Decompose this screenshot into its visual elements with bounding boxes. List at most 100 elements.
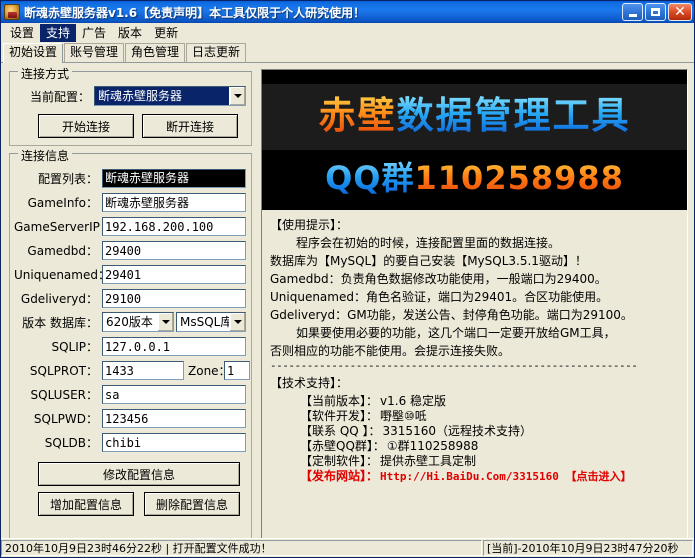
add-config-button[interactable]: 增加配置信息	[38, 492, 134, 516]
banner-title-part2: 数据管理工具	[397, 94, 631, 137]
gdeliveryd-row: Gdeliveryd： 29100	[14, 288, 246, 308]
gdeliveryd-input[interactable]: 29100	[102, 289, 246, 308]
version-combo[interactable]: 620版本	[102, 312, 174, 332]
banner-qq-line: QQ群110258988	[262, 156, 687, 200]
support-value: 嘢壂⑩呧	[378, 409, 427, 424]
support-row-qq: 【联系 QQ 】： 3315160（远程技术支持）	[270, 424, 687, 439]
menu-item-version[interactable]: 版本	[112, 24, 148, 42]
sqluser-label: SQLUSER：	[14, 386, 102, 403]
database-combo[interactable]: MsSQL库	[176, 312, 246, 332]
support-key: 【发布网站】：	[300, 469, 378, 484]
usage-notes: 【使用提示】： 程序会在初始的时候，连接配置里面的数据连接。 数据库为【MySQ…	[262, 210, 687, 372]
usage-note-line: Gdeliveryd：GM功能，发送公告、封停角色功能。端口为29100。	[270, 306, 681, 324]
current-config-combo[interactable]: 断魂赤壁服务器	[94, 86, 246, 106]
minimize-button[interactable]	[622, 3, 643, 21]
gameinfo-input[interactable]: 断魂赤壁服务器	[102, 193, 246, 212]
support-row-version: 【当前版本】： v1.6 稳定版	[270, 394, 687, 409]
sqldb-row: SQLDB： chibi	[14, 432, 246, 452]
config-list-row: 配置列表： 断魂赤壁服务器	[14, 168, 246, 188]
usage-note-line: Gamedbd：负责角色数据修改功能使用，一般端口为29400。	[270, 270, 681, 288]
zone-label: Zone：	[184, 362, 224, 379]
disconnect-button[interactable]: 断开连接	[142, 114, 238, 138]
app-icon	[4, 4, 20, 20]
close-button[interactable]: ✕	[668, 3, 692, 21]
sqlprot-row: SQLPROT： 1433 Zone： 1	[14, 360, 250, 380]
banner-qq-label: QQ群	[325, 159, 414, 197]
support-value: 3315160（远程技术支持）	[381, 424, 532, 439]
gameserverip-label: GameServerIP：	[14, 218, 102, 235]
status-bar: 2010年10月9日23时46分22秒 | 打开配置文件成功！ [当前]-201…	[1, 538, 694, 557]
chevron-down-icon[interactable]	[157, 313, 173, 331]
support-row-website[interactable]: 【发布网站】： Http://Hi.BaiDu.Com/3315160 【点击进…	[270, 469, 687, 484]
maximize-icon	[651, 8, 660, 16]
sqldb-label: SQLDB：	[14, 434, 102, 451]
gameserverip-input[interactable]: 192.168.200.100	[102, 217, 246, 236]
zone-input[interactable]: 1	[224, 361, 250, 380]
connection-info-group: 连接信息 配置列表： 断魂赤壁服务器 GameInfo： 断魂赤壁服务器 Gam…	[9, 153, 252, 549]
delete-config-button[interactable]: 删除配置信息	[144, 492, 240, 516]
chevron-down-icon[interactable]	[229, 313, 245, 331]
gamedbd-row: Gamedbd： 29400	[14, 240, 246, 260]
uniquenamed-label: Uniquenamed：	[14, 266, 102, 283]
usage-note-line: 否则相应的功能不能使用。会提示连接失败。	[270, 342, 681, 360]
current-config-label: 当前配置：	[16, 88, 94, 105]
application-window: 断魂赤壁服务器v1.6【免责声明】本工具仅限于个人研究使用！ ✕ 设置 支持 广…	[0, 0, 695, 558]
title-bar: 断魂赤壁服务器v1.6【免责声明】本工具仅限于个人研究使用！ ✕	[1, 1, 694, 23]
menu-item-update[interactable]: 更新	[148, 24, 184, 42]
support-key: 【当前版本】：	[300, 394, 378, 409]
gameinfo-label: GameInfo：	[14, 194, 102, 211]
support-value: v1.6 稳定版	[378, 394, 446, 409]
maximize-button[interactable]	[645, 3, 666, 21]
uniquenamed-row: Uniquenamed： 29401	[14, 264, 246, 284]
info-panel: 赤壁数据管理工具 QQ群110258988 【使用提示】： 程序会在初始的时候，…	[261, 69, 688, 551]
uniquenamed-input[interactable]: 29401	[102, 265, 246, 284]
support-row-custom: 【定制软件】： 提供赤壁工具定制	[270, 454, 687, 469]
sqluser-row: SQLUSER： sa	[14, 384, 246, 404]
sqlip-row: SQLIP： 127.0.0.1	[14, 336, 246, 356]
minimize-icon	[629, 14, 637, 17]
current-config-value: 断魂赤壁服务器	[95, 87, 229, 105]
sqluser-input[interactable]: sa	[102, 385, 246, 404]
connection-method-group: 连接方式 当前配置： 断魂赤壁服务器 开始连接 断开连接	[9, 71, 252, 146]
version-database-row: 版本 数据库： 620版本 MsSQL库	[14, 312, 246, 332]
gameserverip-row: GameServerIP： 192.168.200.100	[14, 216, 246, 236]
gameinfo-row: GameInfo： 断魂赤壁服务器	[14, 192, 246, 212]
close-icon: ✕	[674, 5, 686, 19]
tab-account-management[interactable]: 账号管理	[64, 43, 124, 62]
tab-log-update[interactable]: 日志更新	[186, 43, 246, 62]
menu-item-ads[interactable]: 广告	[76, 24, 112, 42]
support-row-developer: 【软件开发】： 嘢壂⑩呧	[270, 409, 687, 424]
support-key: 【定制软件】：	[300, 454, 378, 469]
menu-item-settings[interactable]: 设置	[4, 24, 40, 42]
support-section: 【技术支持】： 【当前版本】： v1.6 稳定版 【软件开发】： 嘢壂⑩呧 【联…	[262, 372, 687, 484]
banner-qq-number: 110258988	[415, 159, 624, 197]
sqlpwd-row: SQLPWD： 123456	[14, 408, 246, 428]
sqlprot-input[interactable]: 1433	[102, 361, 184, 380]
sqldb-input[interactable]: chibi	[102, 433, 246, 452]
usage-note-line: 数据库为【MySQL】的要自己安装【MySQL3.5.1驱动】！	[270, 252, 681, 270]
window-title: 断魂赤壁服务器v1.6【免责声明】本工具仅限于个人研究使用！	[24, 4, 365, 21]
main-content: 连接方式 当前配置： 断魂赤壁服务器 开始连接 断开连接 连接信息 配置列表： …	[1, 63, 694, 557]
config-list-box[interactable]: 断魂赤壁服务器	[102, 169, 246, 188]
chevron-down-icon[interactable]	[229, 87, 245, 105]
support-value: 提供赤壁工具定制	[378, 454, 476, 469]
config-list-label: 配置列表：	[14, 170, 102, 187]
support-key: 【软件开发】：	[300, 409, 378, 424]
connect-button[interactable]: 开始连接	[38, 114, 134, 138]
menu-item-support[interactable]: 支持	[40, 24, 76, 42]
support-key: 【联系 QQ 】：	[300, 424, 381, 439]
gdeliveryd-label: Gdeliveryd：	[14, 290, 102, 307]
sqlip-input[interactable]: 127.0.0.1	[102, 337, 246, 356]
tab-role-management[interactable]: 角色管理	[125, 43, 185, 62]
tab-initial-settings[interactable]: 初始设置	[3, 43, 63, 63]
sqlpwd-label: SQLPWD：	[14, 410, 102, 427]
menu-bar: 设置 支持 广告 版本 更新	[1, 23, 694, 42]
usage-note-line: 如果要使用必要的功能，这几个端口一定要开放给GM工具，	[270, 324, 681, 342]
usage-note-line: 程序会在初始的时候，连接配置里面的数据连接。	[270, 234, 681, 252]
list-item[interactable]: 断魂赤壁服务器	[103, 170, 245, 187]
database-value: MsSQL库	[177, 313, 229, 331]
modify-config-button[interactable]: 修改配置信息	[38, 462, 240, 486]
sqlpwd-input[interactable]: 123456	[102, 409, 246, 428]
gamedbd-input[interactable]: 29400	[102, 241, 246, 260]
website-link[interactable]: Http://Hi.BaiDu.Com/3315160 【点击进入】	[378, 469, 631, 484]
